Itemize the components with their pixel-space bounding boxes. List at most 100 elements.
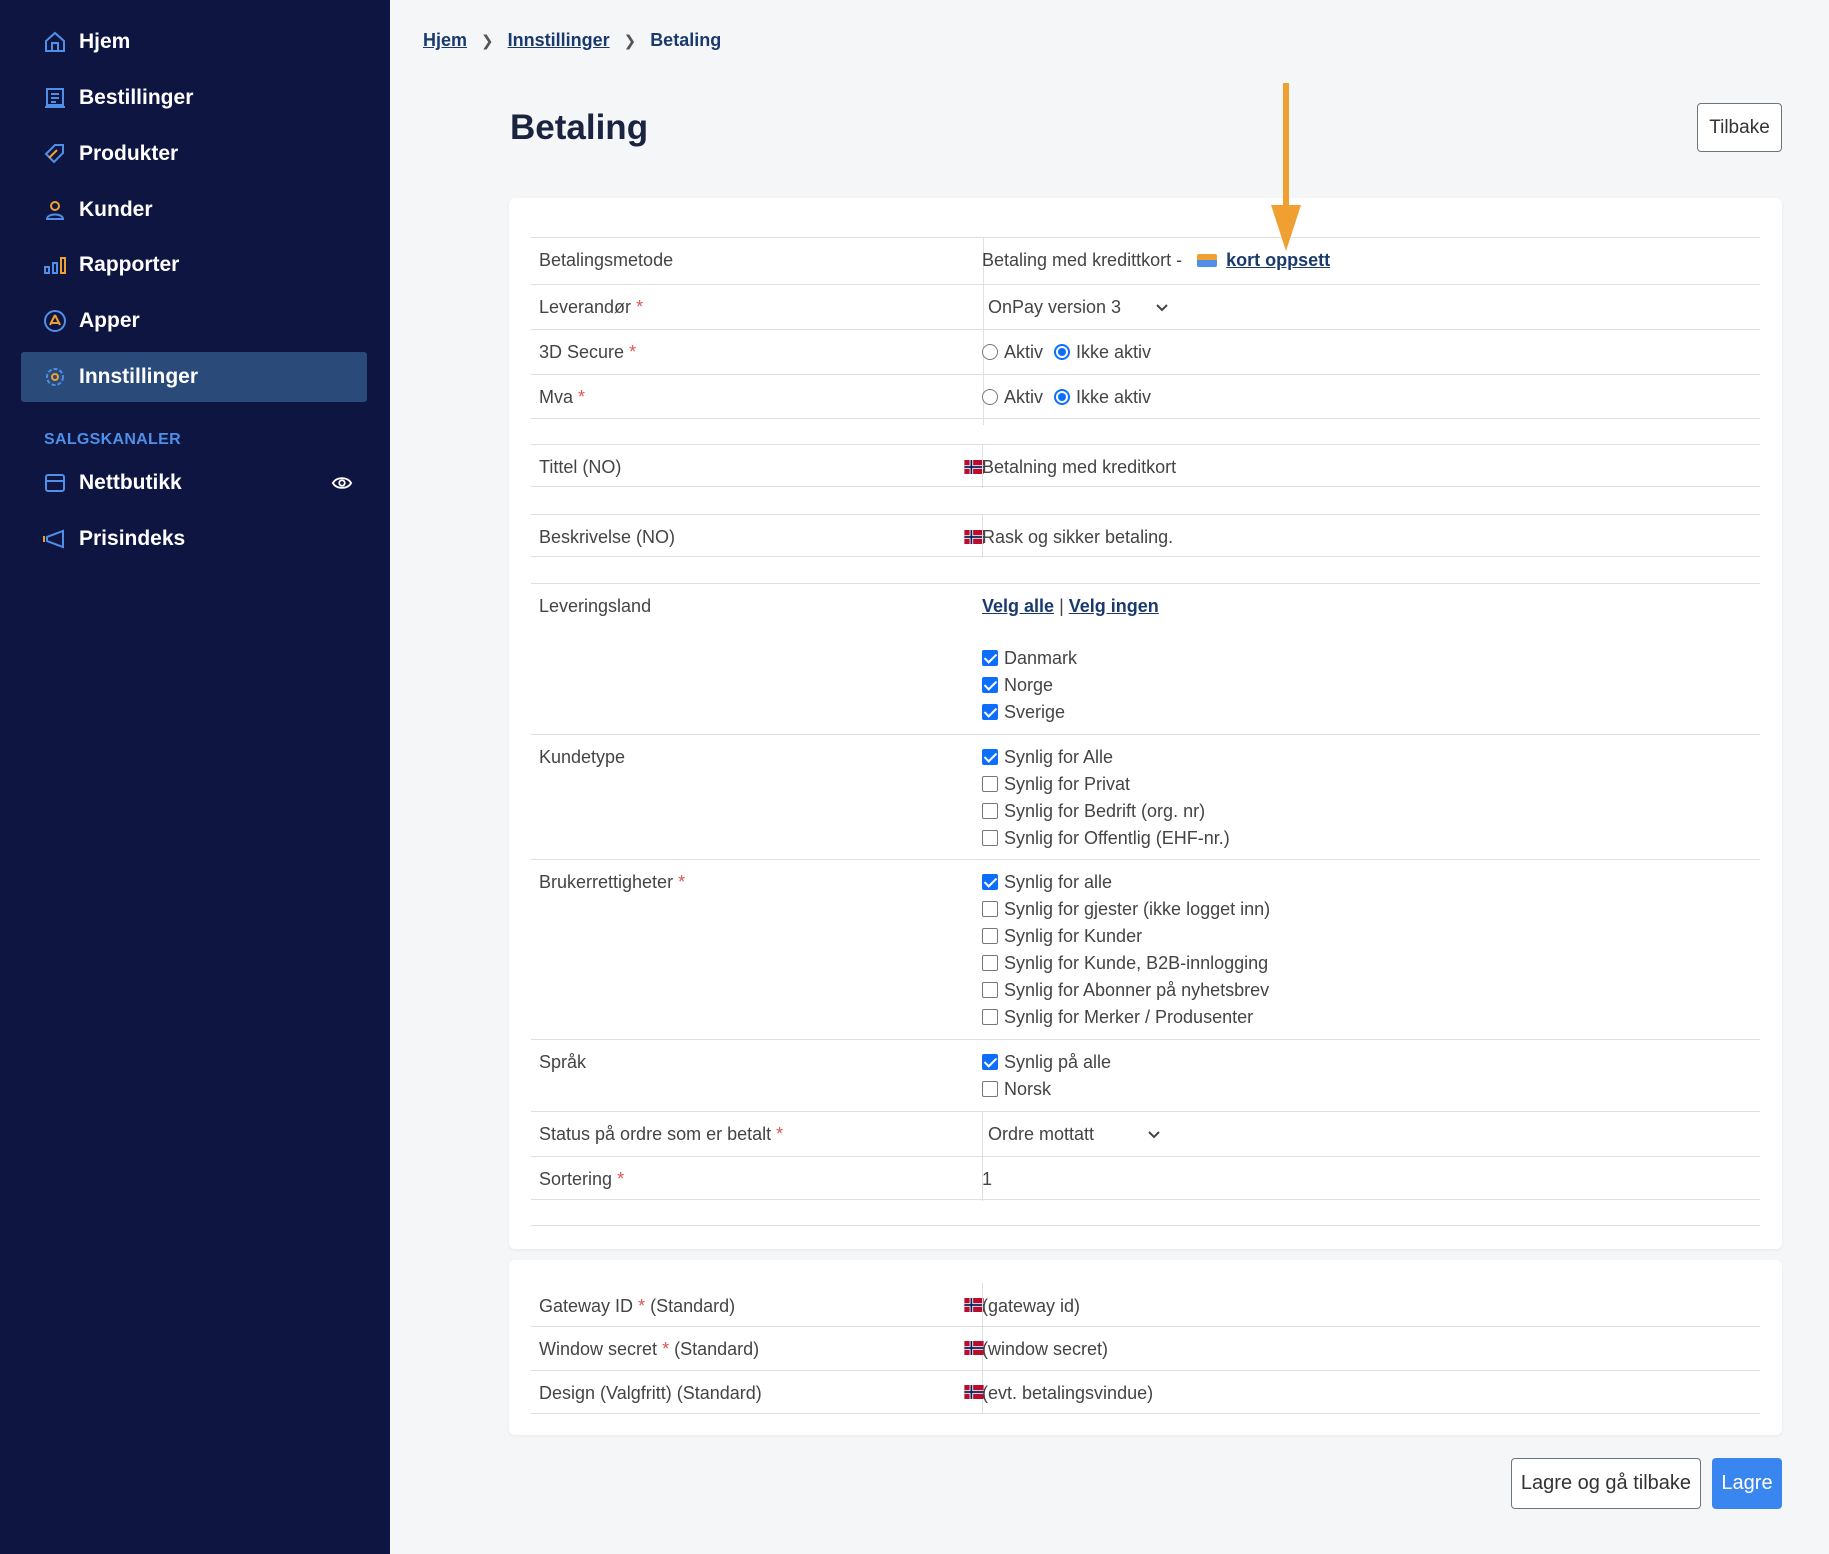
sidebar-item-bestillinger[interactable]: Bestillinger — [21, 73, 367, 123]
save-button[interactable]: Lagre — [1712, 1458, 1782, 1509]
language-option[interactable]: Synlig på alle — [982, 1052, 1111, 1073]
user-rights-option[interactable]: Synlig for gjester (ikke logget inn) — [982, 899, 1270, 920]
checkbox[interactable] — [982, 1081, 998, 1097]
required-marker: * — [638, 1296, 646, 1316]
chevron-right-icon: ❯ — [481, 32, 494, 50]
checkbox[interactable] — [982, 1009, 998, 1025]
user-icon — [43, 198, 67, 222]
secure3d-inactive-label: Ikke aktiv — [1076, 342, 1152, 362]
user-rights-option[interactable]: Synlig for Kunde, B2B-innlogging — [982, 953, 1268, 974]
row-design: Design (Valgfritt) (Standard) (evt. beta… — [531, 1370, 1760, 1414]
section-label-salgskanaler: SALGSKANALER — [44, 431, 181, 448]
select-separator: | — [1059, 596, 1064, 616]
window-secret-input[interactable]: (window secret) — [982, 1339, 1108, 1360]
secure3d-active-radio[interactable] — [982, 344, 998, 360]
provider-label-wrap: Leverandør * — [539, 297, 643, 318]
checkbox[interactable] — [982, 803, 998, 819]
checkbox[interactable] — [982, 901, 998, 917]
option-label: Norsk — [1004, 1079, 1052, 1099]
sidebar-item-label: Apper — [79, 309, 140, 332]
gateway-id-suffix: (Standard) — [650, 1296, 736, 1316]
checkbox[interactable] — [982, 650, 998, 666]
gateway-id-input[interactable]: (gateway id) — [982, 1296, 1080, 1317]
sidebar-item-apper[interactable]: Apper — [21, 296, 367, 346]
breadcrumb-settings-link[interactable]: Innstillinger — [508, 30, 610, 51]
row-title: Tittel (NO) Betalning med kreditkort — [531, 444, 1760, 488]
design-input[interactable]: (evt. betalingsvindue) — [982, 1383, 1153, 1404]
checkbox[interactable] — [982, 677, 998, 693]
sidebar-item-nettbutikk[interactable]: Nettbutikk — [21, 458, 367, 508]
title-input[interactable]: Betalning med kreditkort — [982, 457, 1176, 478]
provider-select[interactable]: OnPay version 3 — [988, 297, 1121, 318]
checkbox[interactable] — [982, 1054, 998, 1070]
description-input[interactable]: Rask og sikker betaling. — [982, 527, 1173, 548]
option-label: Synlig for Abonner på nyhetsbrev — [1004, 980, 1270, 1000]
option-label: Synlig for Offentlig (EHF-nr.) — [1004, 828, 1230, 848]
design-label: Design (Valgfritt) (Standard) — [539, 1383, 762, 1403]
payment-method-label: Betalingsmetode — [539, 250, 674, 270]
customer-type-option[interactable]: Synlig for Bedrift (org. nr) — [982, 801, 1205, 822]
sorting-input[interactable]: 1 — [982, 1169, 992, 1190]
checkbox[interactable] — [982, 982, 998, 998]
country-label: Norge — [1004, 675, 1054, 695]
secure3d-inactive-radio[interactable] — [1054, 344, 1071, 360]
country-option[interactable]: Sverige — [982, 702, 1065, 723]
user-rights-option[interactable]: Synlig for Kunder — [982, 926, 1142, 947]
select-all-link[interactable]: Velg alle — [982, 596, 1054, 616]
sidebar-item-label: Rapporter — [79, 253, 180, 276]
sidebar-item-label: Kunder — [79, 198, 153, 221]
checkbox[interactable] — [982, 830, 998, 846]
customer-type-option[interactable]: Synlig for Offentlig (EHF-nr.) — [982, 828, 1230, 849]
sidebar-item-produkter[interactable]: Produkter — [21, 129, 367, 179]
payment-settings-card: Betalingsmetode Betaling med kredittkort… — [509, 198, 1782, 1249]
country-label: Danmark — [1004, 648, 1078, 668]
customer-type-label: Kundetype — [539, 747, 626, 767]
checkbox[interactable] — [982, 874, 998, 890]
sidebar-item-hjem[interactable]: Hjem — [21, 17, 367, 67]
user-rights-option[interactable]: Synlig for Merker / Produsenter — [982, 1007, 1253, 1028]
sidebar-item-label: Prisindeks — [79, 527, 186, 550]
select-none-link[interactable]: Velg ingen — [1069, 596, 1159, 616]
sidebar-item-kunder[interactable]: Kunder — [21, 185, 367, 235]
row-3d-secure: 3D Secure * Aktiv Ikke aktiv — [531, 329, 1760, 374]
checkbox[interactable] — [982, 928, 998, 944]
delivery-country-label: Leveringsland — [539, 596, 652, 616]
checkbox[interactable] — [982, 955, 998, 971]
eye-icon[interactable] — [331, 472, 353, 494]
country-label: Sverige — [1004, 702, 1066, 722]
breadcrumb-home-link[interactable]: Hjem — [423, 30, 467, 51]
row-vat: Mva * Aktiv Ikke aktiv — [531, 374, 1760, 419]
sidebar-item-innstillinger[interactable]: Innstillinger — [21, 352, 367, 402]
store-icon — [43, 471, 67, 495]
user-rights-option[interactable]: Synlig for Abonner på nyhetsbrev — [982, 980, 1269, 1001]
back-button[interactable]: Tilbake — [1697, 103, 1782, 152]
save-and-back-button[interactable]: Lagre og gå tilbake — [1511, 1458, 1701, 1509]
required-marker: * — [636, 297, 644, 317]
customer-type-option[interactable]: Synlig for Alle — [982, 747, 1113, 768]
option-label: Synlig for alle — [1004, 872, 1113, 892]
megaphone-icon — [43, 527, 67, 551]
sidebar-item-prisindeks[interactable]: Prisindeks — [21, 514, 367, 564]
user-rights-option[interactable]: Synlig for alle — [982, 872, 1112, 893]
customer-type-option[interactable]: Synlig for Privat — [982, 774, 1130, 795]
gateway-settings-card: Gateway ID * (Standard) (gateway id) Win… — [509, 1260, 1782, 1435]
checkbox[interactable] — [982, 704, 998, 720]
page-title: Betaling — [510, 108, 649, 147]
required-marker: * — [662, 1339, 670, 1359]
language-option[interactable]: Norsk — [982, 1079, 1051, 1100]
row-payment-method: Betalingsmetode Betaling med kredittkort… — [531, 237, 1760, 284]
sidebar-item-rapporter[interactable]: Rapporter — [21, 240, 367, 290]
card-setup-link[interactable]: kort oppsett — [1226, 250, 1330, 270]
country-option[interactable]: Norge — [982, 675, 1053, 696]
chevron-right-icon: ❯ — [623, 32, 637, 50]
checkbox[interactable] — [982, 776, 998, 792]
required-marker: * — [629, 342, 637, 362]
checkbox[interactable] — [982, 749, 998, 765]
sorting-label: Sortering — [539, 1169, 613, 1189]
paid-status-select[interactable]: Ordre mottatt — [988, 1124, 1094, 1145]
vat-active-radio[interactable] — [982, 389, 998, 405]
vat-inactive-radio[interactable] — [1054, 389, 1071, 405]
provider-label: Leverandør — [539, 297, 632, 317]
description-label: Beskrivelse (NO) — [539, 527, 676, 547]
country-option[interactable]: Danmark — [982, 648, 1077, 669]
